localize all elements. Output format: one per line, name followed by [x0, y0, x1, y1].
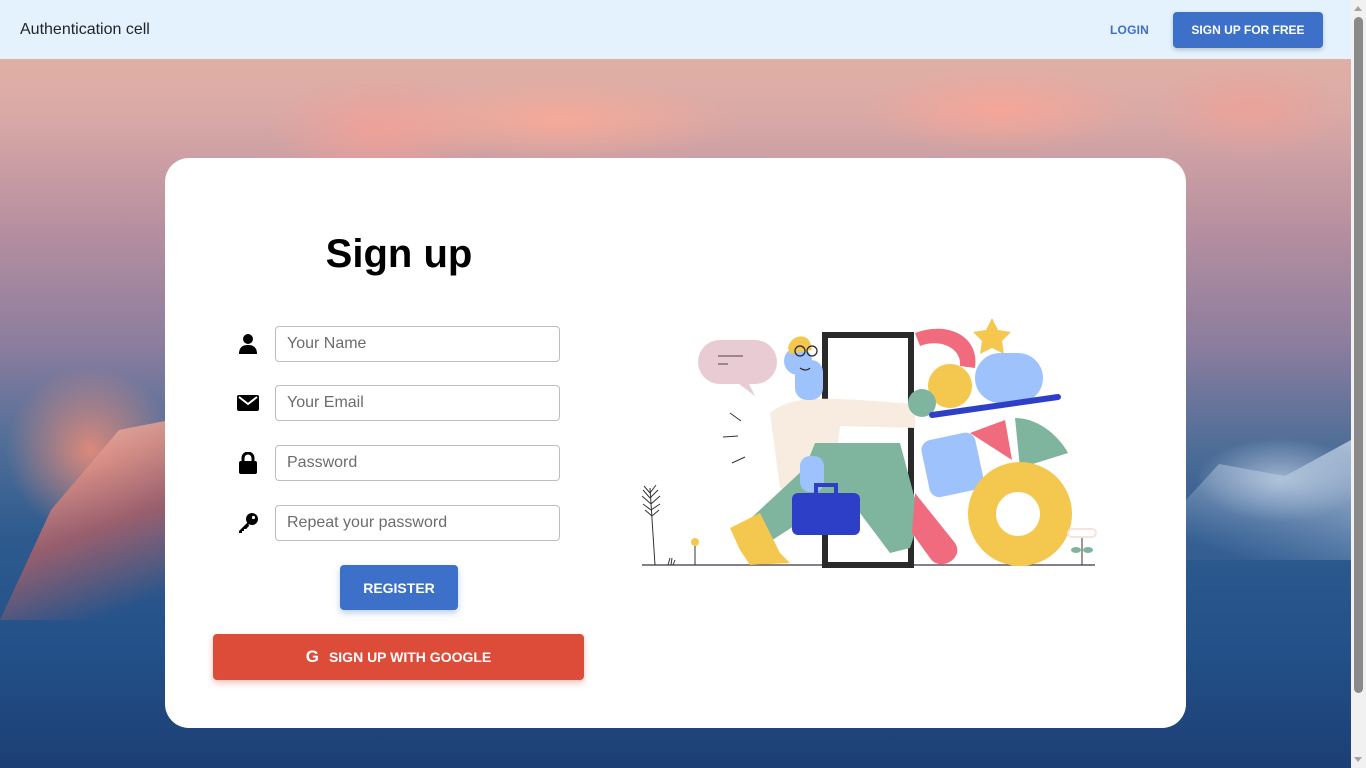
- name-input[interactable]: [275, 326, 560, 362]
- register-button[interactable]: REGISTER: [340, 565, 458, 610]
- brand-title[interactable]: Authentication cell: [20, 21, 150, 39]
- shapes-pile: [908, 318, 1097, 566]
- mountain-peak-left: [0, 420, 170, 620]
- password-input[interactable]: [275, 445, 560, 481]
- scroll-down-arrow-icon[interactable]: [1354, 757, 1362, 762]
- email-field-row: [235, 385, 560, 421]
- scrollbar-thumb[interactable]: [1354, 17, 1363, 693]
- scroll-up-arrow-icon[interactable]: [1354, 6, 1362, 11]
- repeat-password-input[interactable]: [275, 505, 560, 541]
- scrollbar[interactable]: [1351, 0, 1366, 768]
- sign-up-for-free-button[interactable]: SIGN UP FOR FREE: [1173, 11, 1323, 48]
- google-button-label: SIGN UP WITH GOOGLE: [328, 649, 492, 665]
- nav-actions: LOGIN SIGN UP FOR FREE: [1110, 11, 1323, 48]
- page-title: Sign up: [325, 232, 473, 276]
- password-field-row: [235, 445, 560, 481]
- navbar: Authentication cell LOGIN SIGN UP FOR FR…: [0, 0, 1351, 59]
- speech-bubble-icon: [698, 340, 777, 396]
- motion-lines: [722, 412, 746, 464]
- envelope-icon: [235, 390, 261, 416]
- google-icon: G: [305, 647, 319, 666]
- login-link[interactable]: LOGIN: [1110, 23, 1149, 37]
- email-input[interactable]: [275, 385, 560, 421]
- key-icon: [235, 510, 261, 536]
- sign-up-with-google-button[interactable]: G SIGN UP WITH GOOGLE: [213, 634, 584, 680]
- signup-card: Sign up REGISTER G SIGN UP WITH GOOGLE: [165, 158, 1186, 728]
- flower-icon: [691, 538, 699, 546]
- repeat-password-field-row: [235, 505, 560, 541]
- user-icon: [235, 331, 261, 357]
- name-field-row: [235, 326, 560, 362]
- plant-left-icon: [641, 484, 676, 566]
- lock-icon: [235, 450, 261, 476]
- signup-illustration: [641, 318, 1097, 568]
